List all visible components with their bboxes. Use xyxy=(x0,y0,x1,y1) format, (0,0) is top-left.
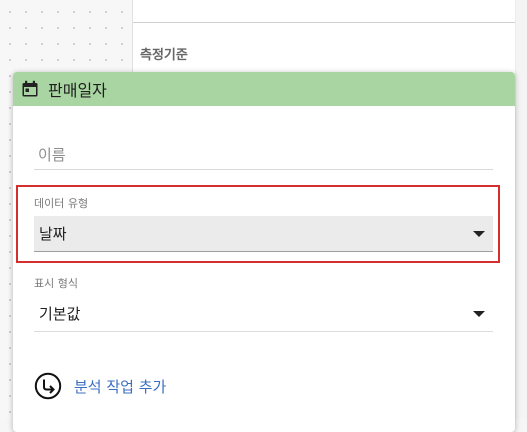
name-input[interactable] xyxy=(34,138,497,168)
add-analysis-button[interactable]: 분석 작업 추가 xyxy=(34,371,166,401)
display-format-label: 표시 형식 xyxy=(34,277,78,290)
chevron-down-icon[interactable] xyxy=(473,310,485,317)
add-analysis-label: 분석 작업 추가 xyxy=(74,377,167,396)
display-format-select[interactable]: 기본값 xyxy=(34,296,493,332)
card-header: 판매일자 xyxy=(13,72,515,106)
chevron-down-icon[interactable] xyxy=(473,230,485,237)
calendar-icon xyxy=(21,80,39,98)
section-label-dimension: 측정기준 xyxy=(140,48,188,63)
data-type-value: 날짜 xyxy=(39,225,67,243)
background-scrollbar[interactable] xyxy=(515,0,527,419)
arrow-return-circle-icon xyxy=(34,372,62,400)
background-top-field xyxy=(133,0,527,23)
data-type-label: 데이터 유형 xyxy=(34,197,89,210)
card-title: 판매일자 xyxy=(48,81,107,100)
data-type-select[interactable]: 날짜 xyxy=(34,216,493,252)
field-settings-card: 판매일자 데이터 유형 날짜 표시 형식 기본값 분석 작업 추가 xyxy=(13,72,515,432)
name-field[interactable] xyxy=(34,138,497,170)
display-format-value: 기본값 xyxy=(39,305,81,323)
